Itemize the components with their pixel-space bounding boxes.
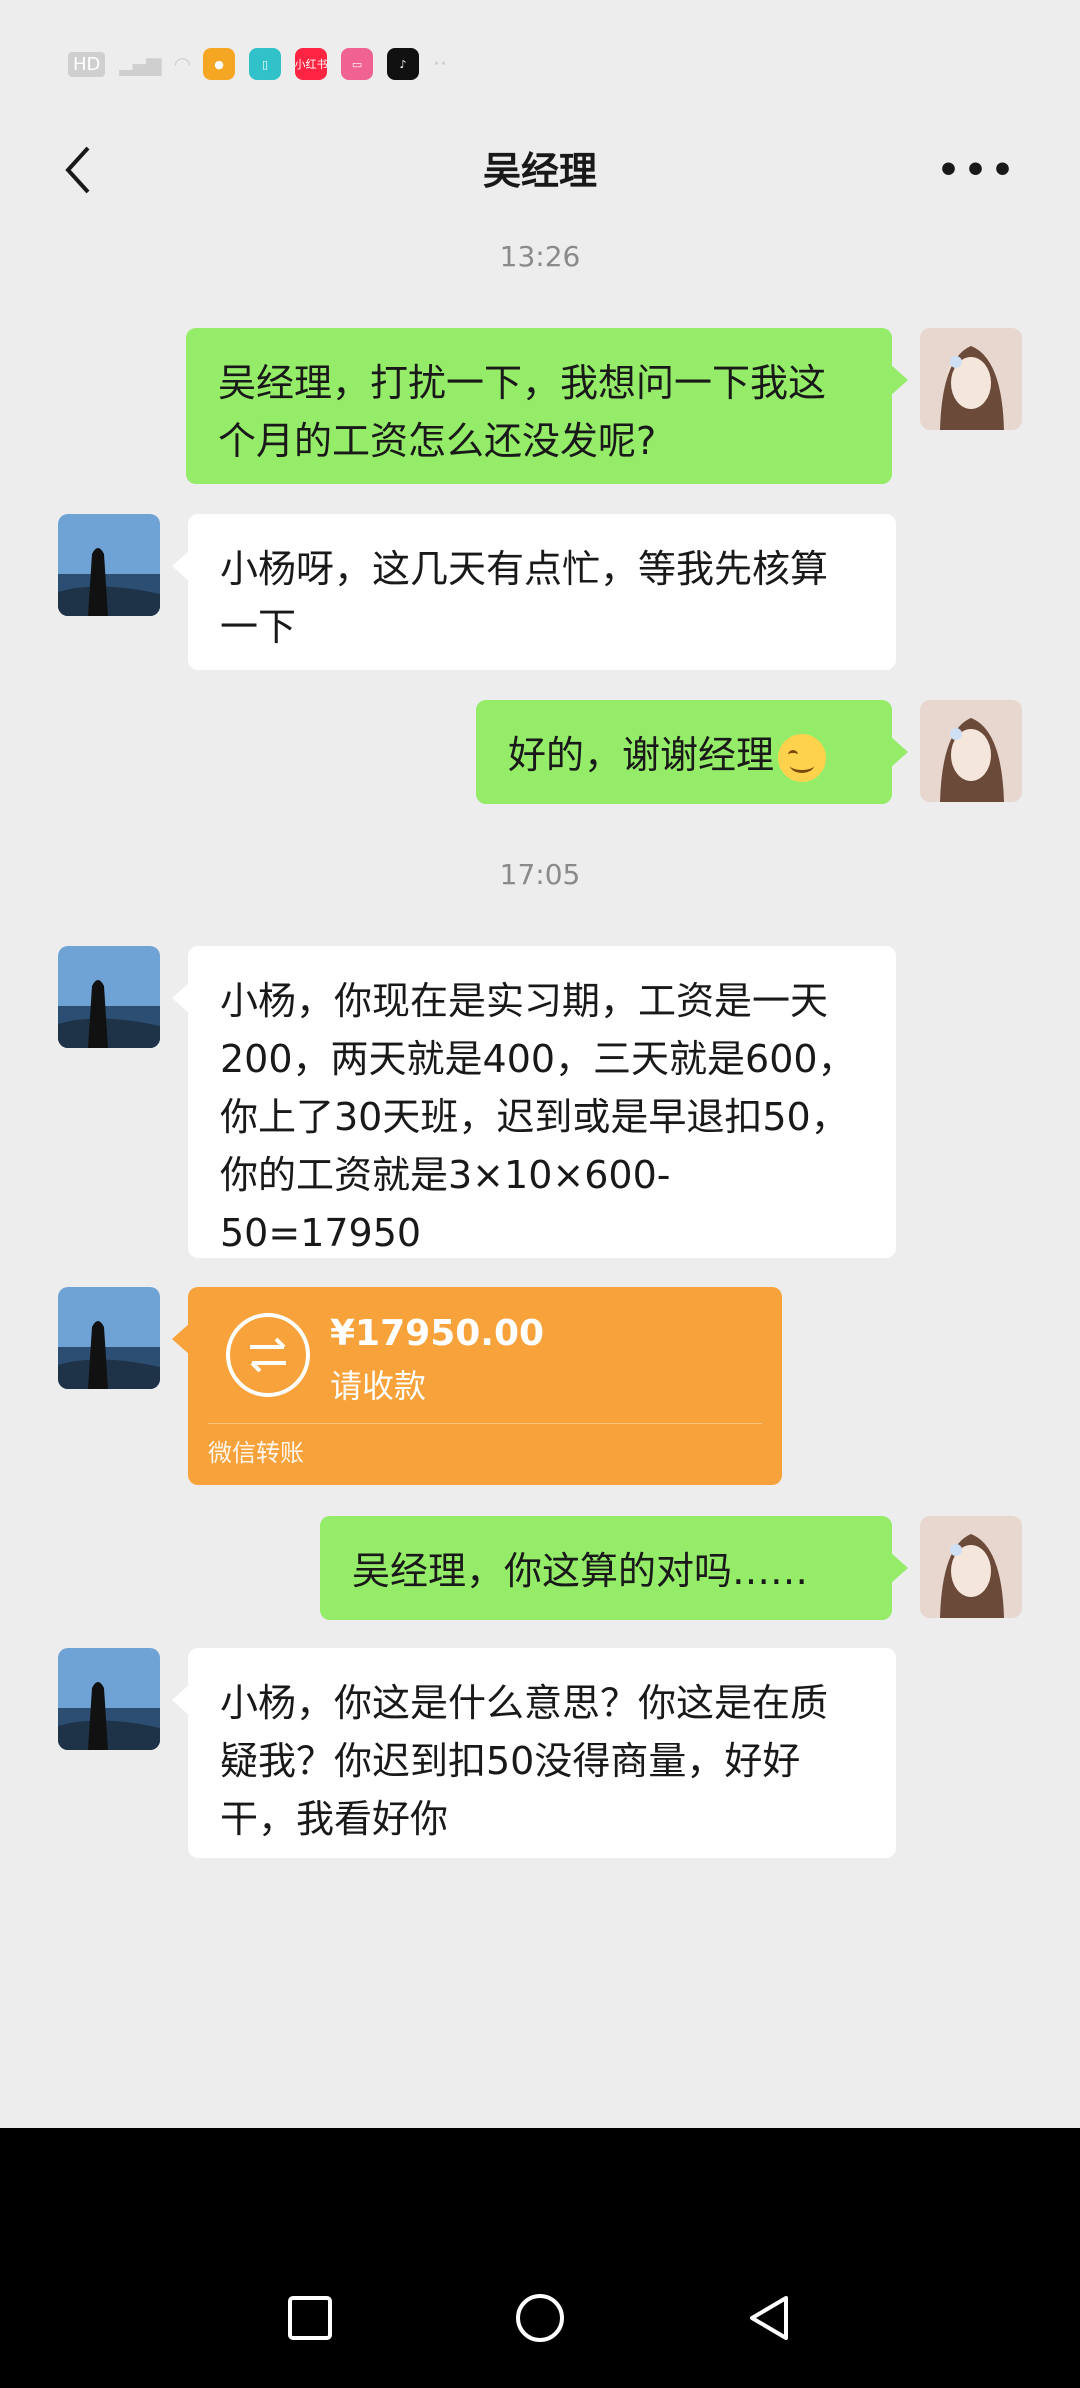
message-text: 小杨，你现在是实习期，工资是一天200，两天就是400，三天就是600，你上了3… — [220, 979, 856, 1255]
avatar-self[interactable] — [920, 700, 1022, 802]
divider — [208, 1423, 762, 1424]
avatar-contact[interactable] — [58, 1648, 160, 1750]
square-icon — [288, 2296, 332, 2340]
message-text: 吴经理，你这算的对吗…… — [352, 1549, 809, 1593]
message-bubble-received[interactable]: 小杨呀，这几天有点忙，等我先核算一下 — [172, 514, 896, 670]
transfer-label: 微信转账 — [208, 1439, 304, 1467]
transfer-status: 请收款 — [330, 1367, 427, 1405]
book-icon: ▯ — [249, 48, 282, 80]
home-button[interactable] — [510, 2288, 570, 2348]
message-bubble-sent[interactable]: 吴经理，打扰一下，我想问一下我这个月的工资怎么还没发呢? — [186, 328, 908, 484]
avatar-contact[interactable] — [58, 514, 160, 616]
transfer-amount: ¥17950.00 — [330, 1313, 545, 1354]
smile-emoji-icon — [778, 733, 827, 782]
triangle-back-icon — [750, 2296, 788, 2340]
back-nav-button[interactable] — [740, 2288, 800, 2348]
message-bubble-sent[interactable]: 吴经理，你这算的对吗…… — [320, 1516, 908, 1620]
transfer-icon — [226, 1313, 310, 1397]
avatar-self[interactable] — [920, 1516, 1022, 1618]
avatar-contact[interactable] — [58, 1287, 160, 1389]
status-bar: HD ▂▄▆ ◠ ● ▯ 小红书 ▭ ♪ ·· — [0, 0, 1080, 100]
chat-header: 吴经理 ••• — [0, 100, 1080, 250]
message-bubble-received[interactable]: 小杨，你现在是实习期，工资是一天200，两天就是400，三天就是600，你上了3… — [172, 946, 896, 1258]
message-text: 小杨呀，这几天有点忙，等我先核算一下 — [220, 547, 829, 649]
timestamp: 17:05 — [499, 858, 581, 891]
tiktok-icon: ♪ — [387, 48, 420, 80]
system-navigation-bar — [0, 2128, 1080, 2388]
recent-apps-button[interactable] — [280, 2288, 340, 2348]
more-options-icon[interactable]: ••• — [937, 150, 1018, 191]
signal-icon: ▂▄▆ — [119, 52, 161, 76]
weibo-icon: ● — [203, 48, 236, 80]
message-bubble-received[interactable]: 小杨，你这是什么意思？你这是在质疑我？你迟到扣50没得商量，好好干，我看好你 — [172, 1648, 896, 1858]
more-status-icon: ·· — [433, 51, 448, 77]
money-transfer-card[interactable]: ¥17950.00 请收款 微信转账 — [172, 1287, 782, 1485]
wifi-icon: ◠ — [173, 52, 192, 76]
hd-indicator: HD — [68, 51, 106, 77]
avatar-self[interactable] — [920, 328, 1022, 430]
avatar-contact[interactable] — [58, 946, 160, 1048]
message-bubble-sent[interactable]: 好的，谢谢经理 — [476, 700, 908, 804]
app-icon: ▭ — [341, 48, 374, 80]
message-text: 小杨，你这是什么意思？你这是在质疑我？你迟到扣50没得商量，好好干，我看好你 — [220, 1681, 829, 1841]
timestamp: 13:26 — [499, 240, 581, 273]
message-text: 好的，谢谢经理 — [508, 733, 775, 777]
xiaohongshu-icon: 小红书 — [295, 48, 328, 80]
circle-icon — [516, 2294, 564, 2342]
message-text: 吴经理，打扰一下，我想问一下我这个月的工资怎么还没发呢? — [218, 361, 827, 463]
chat-title: 吴经理 — [482, 149, 597, 193]
